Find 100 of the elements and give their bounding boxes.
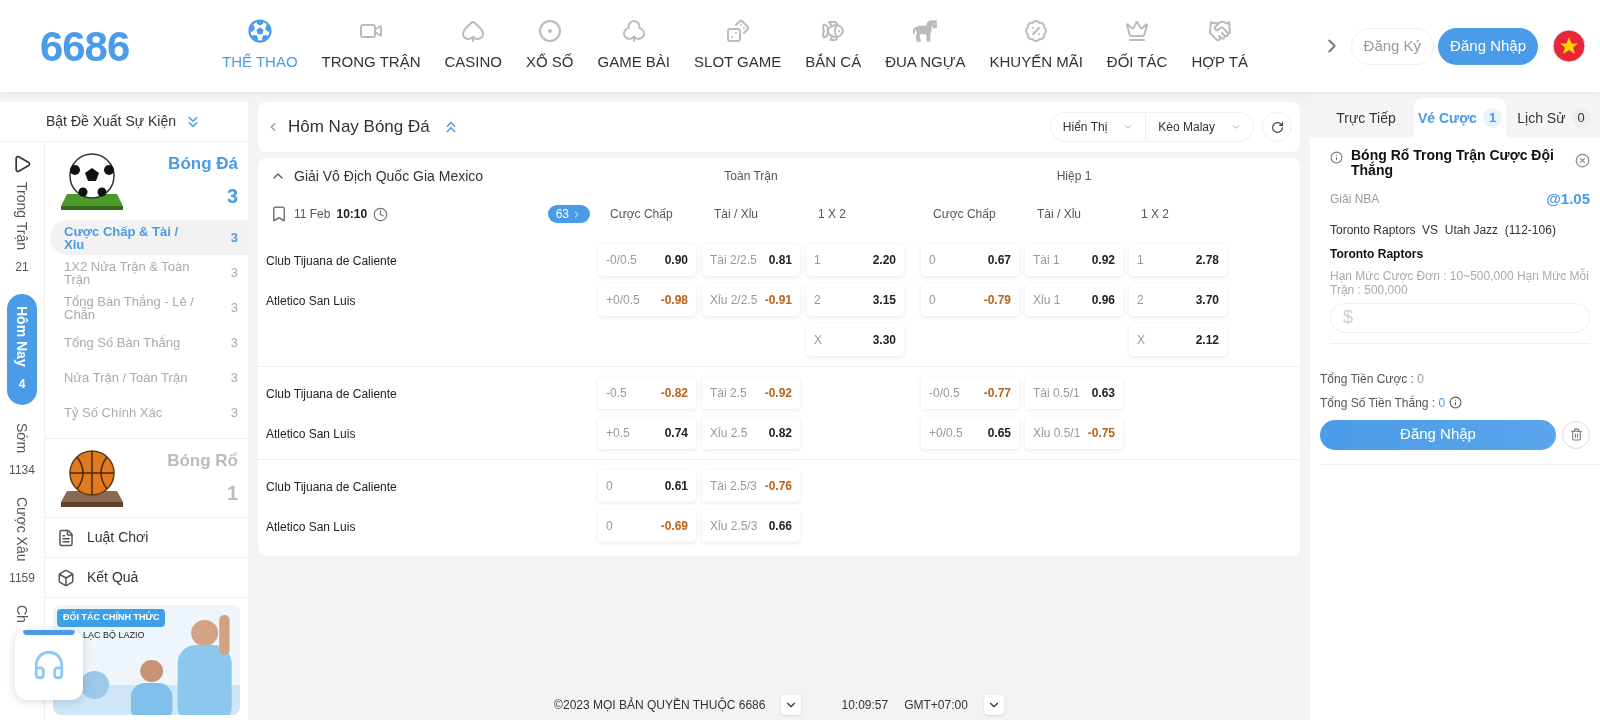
document-icon — [57, 528, 75, 547]
partner-badge: ĐỐI TÁC CHÍNH THỨC — [57, 609, 166, 627]
selected-team: Toronto Raptors — [1330, 245, 1425, 263]
page-title: Hôm Nay Bóng Đá — [288, 116, 430, 139]
expand-button[interactable] — [781, 695, 802, 715]
crown-icon — [1125, 18, 1150, 43]
odds-button[interactable]: 0 0.61 — [598, 470, 696, 502]
total-win-text: Tổng Số Tiền Thắng : 0 — [1320, 394, 1446, 412]
team-name: Club Tijuana de Caliente — [266, 480, 397, 494]
nav-tab[interactable]: GAME BÀI — [585, 18, 683, 74]
timezone-text: GMT+07:00 — [904, 697, 968, 714]
nav-tab[interactable]: KHUYẾN MÃI — [977, 18, 1095, 74]
league-name: Giải Vô Địch Quốc Gia Mexico — [294, 166, 484, 186]
odds-button[interactable]: X 3.30 — [806, 324, 904, 356]
odds-button[interactable]: 1 2.78 — [1129, 244, 1227, 276]
soccer-ball-drawing — [59, 150, 125, 212]
close-icon[interactable] — [1575, 153, 1590, 168]
odds-button[interactable]: +0.5 0.74 — [598, 417, 696, 449]
play-icon — [12, 154, 32, 174]
period-tab[interactable]: Trong Trận 21 — [12, 154, 32, 276]
odds-button[interactable]: Xỉu 0.5/1 -0.75 — [1025, 417, 1123, 449]
odds-button[interactable]: -0.5 -0.82 — [598, 377, 696, 409]
nav-tab[interactable]: XỔ SỐ — [514, 18, 586, 74]
odds-button[interactable]: 1 2.20 — [806, 244, 904, 276]
odds-button[interactable]: Tài 2.5/3 -0.76 — [702, 470, 800, 502]
section-heading: Toàn Trận — [723, 168, 779, 185]
horse-icon — [913, 18, 938, 43]
odds-button[interactable]: Tài 2/2.5 0.81 — [702, 244, 800, 276]
team-name: Club Tijuana de Caliente — [266, 387, 397, 401]
period-tab[interactable]: Ch — [15, 605, 29, 624]
match-time: 10:10 — [336, 206, 368, 223]
handshake-icon — [1207, 18, 1232, 43]
nav-tab[interactable]: HỢP TÁ — [1179, 18, 1260, 74]
column-header: Cược Chấp — [932, 206, 997, 223]
odds-button[interactable]: Xỉu 1 0.96 — [1025, 284, 1123, 316]
nav-tab[interactable]: BẮN CÁ — [793, 18, 874, 74]
odds-button[interactable]: Tài 2.5 -0.92 — [702, 377, 800, 409]
clock-icon — [373, 206, 389, 222]
stake-field[interactable]: $ — [1330, 302, 1590, 333]
slip-tab[interactable]: Lịch Sử 0 — [1508, 98, 1600, 138]
odds-button[interactable]: 0 0.67 — [921, 244, 1019, 276]
odds-button[interactable]: Xỉu 2.5 0.82 — [702, 417, 800, 449]
nav-tab[interactable]: ĐUA NGỰA — [873, 18, 978, 74]
team-name: Atletico San Luis — [266, 294, 356, 308]
trash-icon — [1569, 428, 1583, 441]
copyright-text: ©2023 MỌI BẢN QUYỀN THUỘC 6686 — [554, 696, 766, 714]
suggest-toggle[interactable]: Bật Đề Xuất Sự Kiện — [46, 111, 176, 132]
odds-button[interactable]: +0/0.5 -0.98 — [598, 284, 696, 316]
fish-icon — [821, 18, 846, 43]
odds-value: @1.05 — [1546, 189, 1590, 209]
league-label: Giải NBA — [1330, 191, 1380, 209]
odds-button[interactable]: Tài 0.5/1 0.63 — [1025, 377, 1123, 409]
sidebar-link[interactable]: Luật Chơi — [45, 518, 248, 558]
odds-button[interactable]: 0 -0.79 — [921, 284, 1019, 316]
section-heading: Hiệp 1 — [1055, 168, 1093, 185]
team-name: Club Tijuana de Caliente — [266, 254, 397, 268]
odds-button[interactable]: 0 -0.69 — [598, 510, 696, 542]
slip-tab[interactable]: Trực Tiếp — [1320, 98, 1412, 138]
box-icon — [57, 568, 75, 587]
match-date: 11 Feb — [294, 206, 331, 223]
refresh-icon — [1270, 120, 1284, 134]
odds-button[interactable]: +0/0.5 0.65 — [921, 417, 1019, 449]
period-tab[interactable]: Cược Xâu 1159 — [9, 496, 35, 588]
column-header: Tài / Xỉu — [1036, 206, 1082, 223]
dice-icon — [725, 18, 750, 43]
total-stake-text: Tổng Tiền Cược : 0 — [1320, 370, 1425, 388]
odds-button[interactable]: -0/0.5 -0.77 — [921, 377, 1019, 409]
team-name: Atletico San Luis — [266, 427, 356, 441]
ball-icon — [537, 18, 562, 43]
odds-button[interactable]: X 2.12 — [1129, 324, 1227, 356]
basketball-drawing — [59, 447, 125, 509]
odds-button[interactable]: -0/0.5 0.90 — [598, 244, 696, 276]
clock-text: 10:09:57 — [841, 697, 889, 714]
column-header: 1 X 2 — [1140, 206, 1171, 223]
club-icon — [621, 18, 646, 43]
nav-tab[interactable]: TRONG TRẬN — [309, 18, 433, 74]
odds-button[interactable]: Tài 1 0.92 — [1025, 244, 1123, 276]
odds-button[interactable]: Xỉu 2/2.5 -0.91 — [702, 284, 800, 316]
nav-tab[interactable]: ĐỐI TÁC — [1094, 18, 1180, 74]
percent-badge-icon — [1024, 18, 1049, 43]
info-icon[interactable] — [1449, 396, 1463, 409]
limits-text: Hạn Mức Cược Đơn : 10~500,000 Hạn Mức Mỗi Trận : 500,000 — [1330, 268, 1590, 297]
period-tab[interactable]: Sớm 1134 — [9, 422, 35, 479]
sidebar-link[interactable]: Kết Quả — [45, 558, 248, 598]
banner-subtitle: LẠC BỘ LAZIO — [83, 629, 145, 642]
column-header: Tài / Xỉu — [713, 206, 759, 223]
column-header: Cược Chấp — [609, 206, 674, 223]
odds-button[interactable]: Xỉu 2.5/3 0.66 — [702, 510, 800, 542]
team-name: Atletico San Luis — [266, 520, 356, 534]
odds-button[interactable]: 2 3.15 — [806, 284, 904, 316]
info-icon[interactable] — [1330, 151, 1343, 164]
match-text: Toronto Raptors VS Utah Jazz (112-106) — [1330, 221, 1557, 239]
odds-button[interactable]: 2 3.70 — [1129, 284, 1227, 316]
nav-tab[interactable]: SLOT GAME — [682, 18, 794, 74]
column-header: 1 X 2 — [817, 206, 848, 223]
bookmark-icon[interactable] — [270, 205, 288, 223]
timezone-dropdown-button[interactable] — [983, 695, 1004, 715]
flag-icon[interactable] — [1552, 29, 1586, 63]
nav-tab[interactable]: CASINO — [432, 18, 514, 74]
bet-title: Bóng Rổ Trong Trận Cược Đội Thắng — [1351, 148, 1555, 178]
